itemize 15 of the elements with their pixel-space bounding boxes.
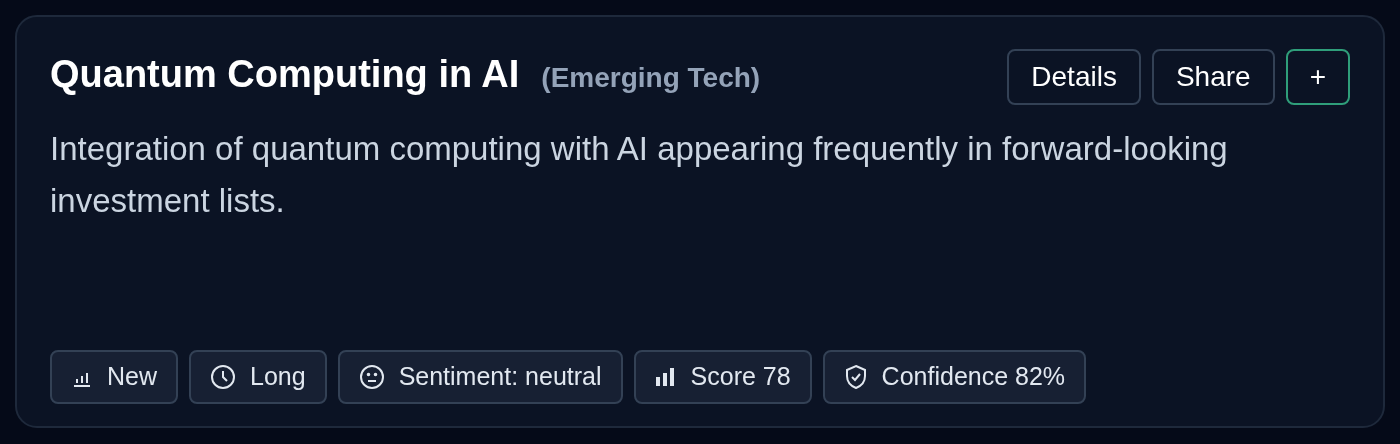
tag-label: Confidence 82% <box>881 361 1066 393</box>
tag-label: Long <box>250 361 306 393</box>
action-button[interactable]: Details <box>1007 49 1141 105</box>
card-title: Quantum Computing in AI <box>50 55 520 93</box>
add-button[interactable]: + <box>1285 49 1350 105</box>
clock-icon <box>210 364 236 390</box>
shield-check-icon <box>843 364 868 390</box>
category-label: (Emerging Tech) <box>541 64 761 92</box>
description: Integration of quantum computing with AI appearing frequently in forward-looking investment lists. <box>50 129 1229 221</box>
neutral-face-icon <box>358 364 385 390</box>
tag-label: Score 78 <box>690 361 791 393</box>
tag-label: Sentiment: neutral <box>398 361 602 393</box>
bar-chart-icon <box>654 367 677 387</box>
action-button[interactable]: Share <box>1151 49 1275 105</box>
tag-label: New <box>107 361 157 393</box>
